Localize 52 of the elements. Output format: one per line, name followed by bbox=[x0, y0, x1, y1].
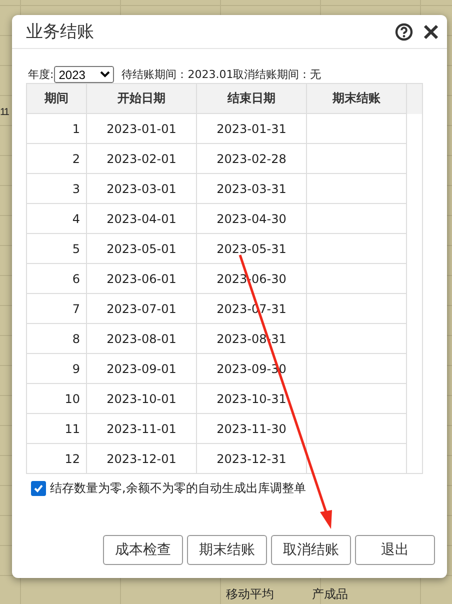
table-cell: 2023-04-30 bbox=[197, 204, 307, 234]
table-cell: 2023-07-01 bbox=[87, 294, 197, 324]
table-cell: 2023-09-01 bbox=[87, 354, 197, 384]
checkbox[interactable] bbox=[31, 481, 46, 496]
table-cell: 2023-11-01 bbox=[87, 414, 197, 444]
table-cell: 2023-08-01 bbox=[87, 324, 197, 354]
column-header: 期末结账 bbox=[307, 84, 407, 114]
table-cell: 11 bbox=[27, 414, 87, 444]
dialog-button[interactable]: 退出 bbox=[355, 535, 435, 565]
table-cell: 2023-01-01 bbox=[87, 114, 197, 144]
table-cell: 2023-12-01 bbox=[87, 444, 197, 474]
table-cell: 7 bbox=[27, 294, 87, 324]
dialog-title: 业务结账 bbox=[26, 21, 95, 43]
table-cell: 2023-01-31 bbox=[197, 114, 307, 144]
table-cell: 2023-12-31 bbox=[197, 444, 307, 474]
column-header: 开始日期 bbox=[87, 84, 197, 114]
table-cell: 2023-10-01 bbox=[87, 384, 197, 414]
help-icon[interactable] bbox=[395, 22, 413, 40]
dialog-button[interactable]: 取消结账 bbox=[271, 535, 351, 565]
table-cell: 6 bbox=[27, 264, 87, 294]
table-cell: 9 bbox=[27, 354, 87, 384]
column-header: 结束日期 bbox=[197, 84, 307, 114]
table-cell: 8 bbox=[27, 324, 87, 354]
table-cell: 10 bbox=[27, 384, 87, 414]
checkmark-icon bbox=[33, 483, 44, 494]
year-select[interactable]: 2023 bbox=[54, 66, 114, 82]
table-cell: 2 bbox=[27, 144, 87, 174]
close-icon[interactable] bbox=[423, 24, 439, 40]
dialog-button[interactable]: 成本检查 bbox=[103, 535, 183, 565]
table-cell: 12 bbox=[27, 444, 87, 474]
table-cell: 2023-10-31 bbox=[197, 384, 307, 414]
table-cell: 2023-06-01 bbox=[87, 264, 197, 294]
table-cell: 4 bbox=[27, 204, 87, 234]
table-cell: 2023-05-01 bbox=[87, 234, 197, 264]
table-cell: 1 bbox=[27, 114, 87, 144]
checkbox-label: 结存数量为零,余额不为零的自动生成出库调整单 bbox=[50, 480, 306, 497]
table-cell: 2023-05-31 bbox=[197, 234, 307, 264]
table-cell: 移动平均 bbox=[226, 586, 274, 603]
row-number: 11 bbox=[0, 107, 8, 118]
table-cell: 5 bbox=[27, 234, 87, 264]
table-cell: 2023-04-01 bbox=[87, 204, 197, 234]
table-cell: 2023-02-28 bbox=[197, 144, 307, 174]
table-cell: 2023-11-30 bbox=[197, 414, 307, 444]
column-header: 期间 bbox=[27, 84, 87, 114]
table-cell: 2023-03-31 bbox=[197, 174, 307, 204]
year-label: 年度: bbox=[28, 66, 54, 82]
status-text: 待结账期间：2023.01取消结账期间：无 bbox=[122, 66, 322, 82]
table-cell: 2023-02-01 bbox=[87, 144, 197, 174]
table-cell: 产成品 bbox=[312, 586, 348, 603]
dialog-button[interactable]: 期末结账 bbox=[187, 535, 267, 565]
table-cell: 2023-03-01 bbox=[87, 174, 197, 204]
table-cell: 3 bbox=[27, 174, 87, 204]
